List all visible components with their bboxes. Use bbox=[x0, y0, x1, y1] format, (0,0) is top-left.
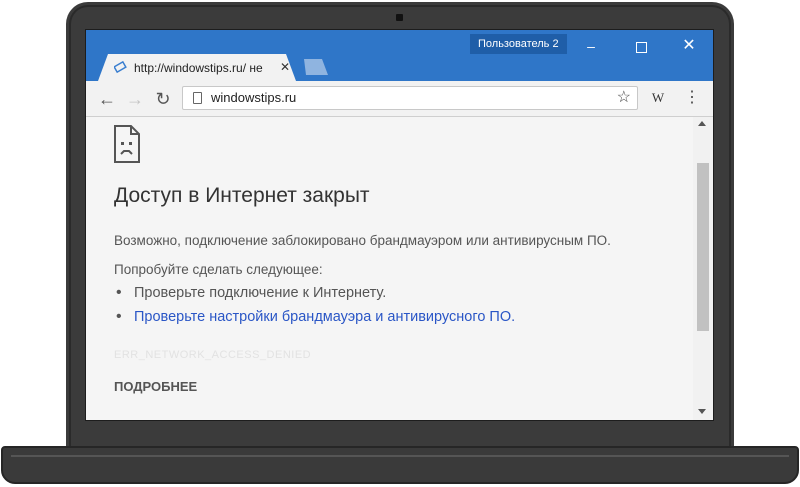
bookmark-star-icon[interactable]: ☆ bbox=[617, 88, 631, 108]
tab-title: http://windowstips.ru/ не bbox=[134, 61, 263, 75]
vertical-scrollbar[interactable] bbox=[693, 117, 713, 420]
web-icon bbox=[113, 60, 128, 74]
title-bar: Пользователь 2 – ✕ http://windowstips.ru… bbox=[86, 30, 713, 81]
error-heading: Доступ в Интернет закрыт bbox=[114, 184, 370, 207]
error-description: Возможно, подключение заблокировано бран… bbox=[114, 233, 611, 248]
scroll-up-arrow-icon[interactable] bbox=[698, 121, 706, 126]
profile-button[interactable]: Пользователь 2 bbox=[470, 34, 567, 54]
sad-document-icon bbox=[114, 125, 140, 163]
error-code: ERR_NETWORK_ACCESS_DENIED bbox=[114, 349, 312, 361]
new-tab-button[interactable] bbox=[304, 59, 328, 75]
details-button[interactable]: ПОДРОБНЕЕ bbox=[114, 379, 197, 394]
browser-tab[interactable]: http://windowstips.ru/ не ✕ bbox=[98, 54, 296, 81]
maximize-icon bbox=[635, 41, 647, 53]
suggestion-item: Проверьте подключение к Интернету. bbox=[116, 284, 386, 302]
laptop-base bbox=[1, 446, 799, 484]
minimize-button[interactable]: – bbox=[576, 36, 606, 56]
suggestion-link[interactable]: Проверьте настройки брандмауэра и антиви… bbox=[116, 308, 515, 326]
extension-w-icon[interactable]: W bbox=[649, 89, 667, 107]
url-text: windowstips.ru bbox=[211, 90, 297, 105]
reload-button[interactable]: ↻ bbox=[152, 88, 174, 110]
webcam bbox=[396, 14, 403, 21]
back-button[interactable]: ← bbox=[96, 88, 118, 110]
suggestions-label: Попробуйте сделать следующее: bbox=[114, 262, 323, 277]
scroll-thumb[interactable] bbox=[697, 163, 709, 331]
error-page: Доступ в Интернет закрыт Возможно, подкл… bbox=[86, 117, 693, 420]
scroll-down-arrow-icon[interactable] bbox=[698, 409, 706, 414]
laptop-base-edge bbox=[11, 455, 789, 457]
forward-button[interactable]: → bbox=[124, 88, 146, 110]
browser-window: Пользователь 2 – ✕ http://windowstips.ru… bbox=[85, 29, 714, 421]
close-window-button[interactable]: ✕ bbox=[674, 36, 704, 56]
address-bar[interactable]: windowstips.ru ☆ bbox=[182, 86, 638, 110]
maximize-button[interactable] bbox=[626, 36, 656, 56]
browser-menu-button[interactable]: ⋮ bbox=[684, 87, 700, 109]
toolbar: ← → ↻ windowstips.ru ☆ W ⋮ bbox=[86, 81, 713, 117]
tab-close-icon[interactable]: ✕ bbox=[280, 59, 290, 75]
page-icon bbox=[193, 92, 202, 104]
